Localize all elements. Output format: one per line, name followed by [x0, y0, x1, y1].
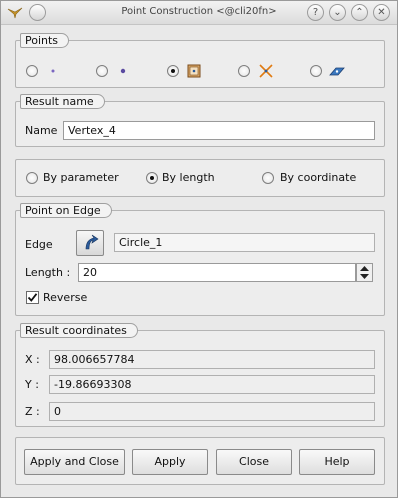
mode-radio-by-parameter[interactable] [26, 172, 38, 184]
point-type-radio-reference[interactable] [96, 65, 108, 77]
name-input[interactable]: Vertex_4 [63, 121, 375, 140]
minimize-button[interactable]: ⌄ [329, 4, 346, 21]
name-label: Name [25, 124, 58, 137]
result-name-group-title: Result name [20, 94, 105, 109]
x-value-field: 98.006657784 [49, 350, 375, 369]
mode-group: By parameter By length By coordinate [15, 159, 385, 197]
edge-select-button[interactable] [76, 230, 104, 256]
apply-button[interactable]: Apply [132, 449, 208, 475]
help-title-button[interactable]: ? [307, 4, 324, 21]
point-type-radio-xyz[interactable] [26, 65, 38, 77]
edge-input[interactable]: Circle_1 [114, 233, 375, 252]
length-spinbox[interactable]: 20 [78, 263, 356, 282]
point-type-radio-on-edge[interactable] [167, 65, 179, 77]
reverse-checkbox[interactable] [26, 291, 39, 304]
points-group: Points [15, 33, 385, 88]
result-name-group: Result name Name Vertex_4 [15, 94, 385, 147]
by-coordinate-label[interactable]: By coordinate [280, 171, 356, 184]
point-on-edge-group-title: Point on Edge [20, 203, 112, 218]
length-spin-buttons[interactable] [356, 263, 373, 282]
point-type-radio-intersection[interactable] [238, 65, 250, 77]
close-window-button[interactable]: ✕ [373, 4, 390, 21]
apply-and-close-button[interactable]: Apply and Close [24, 449, 125, 475]
reverse-label[interactable]: Reverse [43, 291, 87, 304]
mode-radio-by-coordinate[interactable] [262, 172, 274, 184]
by-length-label[interactable]: By length [162, 171, 215, 184]
x-label: X : [25, 353, 40, 366]
point-on-edge-group: Point on Edge Edge Circle_1 Length : 20 … [15, 203, 385, 316]
length-label: Length : [25, 266, 71, 279]
points-group-title: Points [20, 33, 70, 48]
select-arrow-icon [85, 234, 99, 250]
y-label: Y : [25, 378, 39, 391]
spin-arrows-icon [360, 266, 369, 279]
point-on-face-icon [329, 67, 345, 76]
point-construction-dialog: Point Construction <@cli20fn> ? ⌄ ⌃ ✕ Po… [0, 0, 398, 498]
title-bar[interactable]: Point Construction <@cli20fn> ? ⌄ ⌃ ✕ [1, 1, 397, 25]
point-intersection-icon [259, 64, 273, 78]
z-label: Z : [25, 405, 40, 418]
point-reference-icon [120, 68, 126, 74]
z-value-field: 0 [49, 402, 375, 421]
mode-radio-by-length[interactable] [146, 172, 158, 184]
point-xyz-icon [51, 69, 55, 73]
by-parameter-label[interactable]: By parameter [43, 171, 119, 184]
point-type-radio-on-face[interactable] [310, 65, 322, 77]
result-coordinates-group-title: Result coordinates [20, 323, 138, 338]
result-coordinates-group: Result coordinates X : 98.006657784 Y : … [15, 323, 385, 427]
checkmark-icon [27, 293, 38, 302]
edge-label: Edge [25, 238, 53, 251]
maximize-button[interactable]: ⌃ [351, 4, 368, 21]
point-on-edge-icon [187, 64, 201, 78]
close-button[interactable]: Close [216, 449, 292, 475]
help-button[interactable]: Help [299, 449, 375, 475]
y-value-field: -19.86693308 [49, 375, 375, 394]
